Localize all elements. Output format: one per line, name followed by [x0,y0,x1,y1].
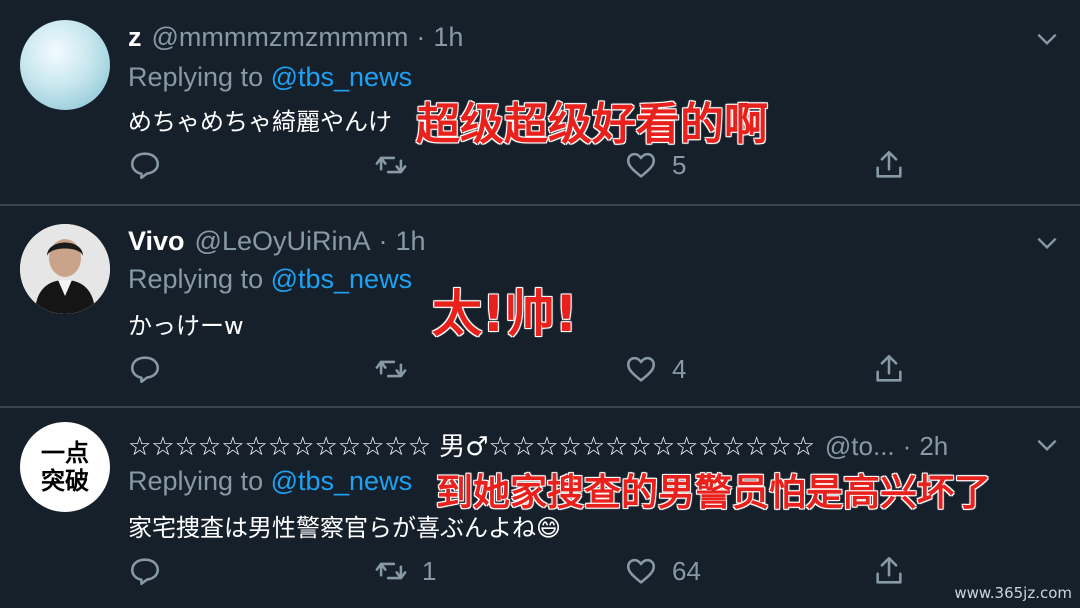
share-button[interactable] [872,148,920,182]
display-name[interactable]: ☆☆☆☆☆☆☆☆☆☆☆☆☆ 男♂☆☆☆☆☆☆☆☆☆☆☆☆☆☆ [128,426,815,463]
reply-icon [130,558,160,586]
action-bar: 4 [128,352,908,392]
reply-icon [130,152,160,180]
avatar[interactable] [20,20,110,110]
share-icon [876,354,902,382]
user-handle[interactable]: @LeOyUiRinA [195,226,371,257]
replying-prefix: Replying to [128,466,271,496]
avatar-calligraphy: 一点 突破 [41,438,89,495]
timestamp[interactable]: 1h [396,226,426,257]
display-name[interactable]: Vivo [128,226,185,257]
retweet-button[interactable] [374,352,422,386]
replying-to: Replying to @tbs_news [128,264,412,295]
reply-button[interactable] [128,148,176,182]
replying-to: Replying to @tbs_news [128,466,412,497]
retweet-count: 1 [422,555,437,586]
replying-handle-link[interactable]: @tbs_news [271,62,412,92]
translation-overlay: 到她家搜查的男警员怕是高兴坏了 [436,471,991,514]
replying-handle-link[interactable]: @tbs_news [271,264,412,294]
heart-icon [626,558,656,584]
share-button[interactable] [872,352,920,386]
retweet-icon [375,562,407,580]
separator-dot: · [416,22,426,52]
action-bar: 1 64 [128,554,908,594]
separator-dot: · [902,431,912,461]
retweet-button[interactable] [374,148,422,182]
tweet-text: かっけーw [128,312,244,340]
tweet-1[interactable]: z @mmmmzmzmmmm · 1h Replying to @tbs_new… [0,0,1080,206]
tweet-header: ☆☆☆☆☆☆☆☆☆☆☆☆☆ 男♂☆☆☆☆☆☆☆☆☆☆☆☆☆☆ @to... · … [128,426,948,463]
heart-icon [626,356,656,382]
reply-button[interactable] [128,352,176,386]
share-icon [876,556,902,584]
translation-overlay: 超级超级好看的啊 [416,99,768,150]
chevron-down-icon[interactable] [1034,26,1060,52]
retweet-button[interactable]: 1 [374,554,436,588]
tweet-header: z @mmmmzmzmmmm · 1h [128,22,463,53]
replying-handle-link[interactable]: @tbs_news [271,466,412,496]
replying-to: Replying to @tbs_news [128,62,412,93]
replying-prefix: Replying to [128,62,271,92]
chevron-down-icon[interactable] [1034,432,1060,458]
chevron-down-icon[interactable] [1034,230,1060,256]
separator-dot: · [378,226,388,256]
like-count: 64 [672,555,701,586]
avatar[interactable] [20,224,110,314]
share-icon [876,150,902,178]
retweet-icon [375,156,407,174]
timestamp[interactable]: 2h [919,431,948,462]
reply-icon [130,356,160,384]
translation-overlay: 太!帅! [432,285,578,343]
user-handle[interactable]: @mmmmzmzmmmm [152,22,409,53]
like-count: 4 [672,353,687,384]
tweet-text: めちゃめちゃ綺麗やんけ [128,108,392,136]
replying-prefix: Replying to [128,264,271,294]
like-count: 5 [672,149,687,180]
user-handle[interactable]: @to... [825,431,895,462]
tweet-2[interactable]: Vivo @LeOyUiRinA · 1h Replying to @tbs_n… [0,206,1080,408]
watermark: www.365jz.com [954,584,1072,602]
reply-button[interactable] [128,554,176,588]
share-button[interactable] [872,554,920,588]
like-button[interactable]: 5 [624,148,686,182]
retweet-icon [375,360,407,378]
heart-icon [626,152,656,178]
like-button[interactable]: 64 [624,554,701,588]
avatar-photo [20,224,110,314]
tweet-header: Vivo @LeOyUiRinA · 1h [128,226,426,257]
display-name[interactable]: z [128,22,142,53]
avatar[interactable]: 一点 突破 [20,422,110,512]
like-button[interactable]: 4 [624,352,686,386]
action-bar: 5 [128,148,908,188]
tweet-3[interactable]: 一点 突破 ☆☆☆☆☆☆☆☆☆☆☆☆☆ 男♂☆☆☆☆☆☆☆☆☆☆☆☆☆☆ @to… [0,408,1080,608]
timestamp[interactable]: 1h [433,22,463,53]
